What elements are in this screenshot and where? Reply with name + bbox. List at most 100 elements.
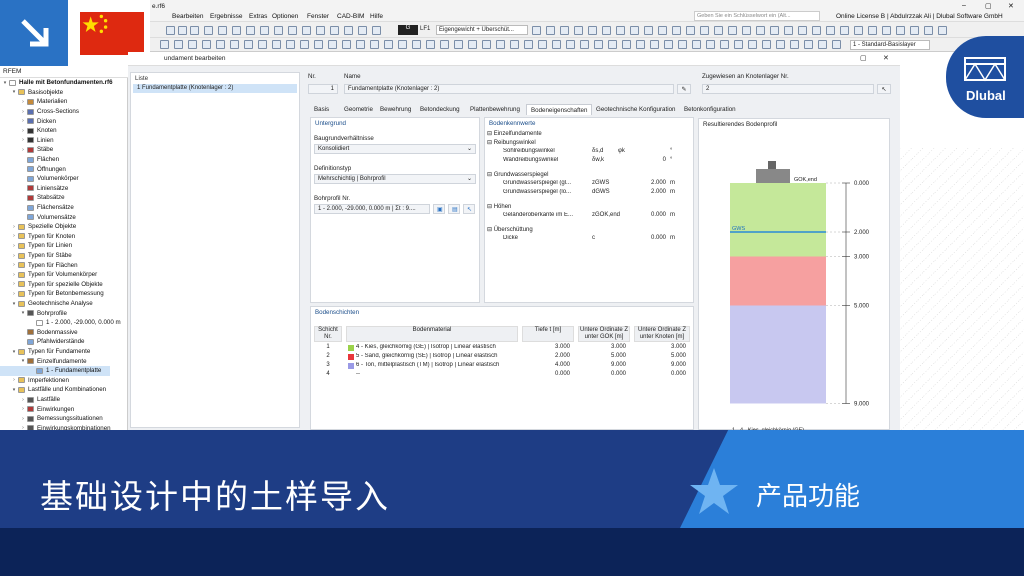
tree-item[interactable]: 1 - 2.000, -29.000, 0.000 m: [0, 318, 121, 328]
list-item[interactable]: 1 Fundamentplatte (Knotenlager : 2): [133, 84, 297, 93]
toolbar-icon[interactable]: [812, 26, 821, 35]
tab-6[interactable]: Geotechnische Konfiguration: [592, 104, 679, 115]
toolbar-icon[interactable]: [832, 40, 841, 49]
tree-item[interactable]: › Dicken: [0, 116, 56, 126]
toolbar-icon[interactable]: [552, 40, 561, 49]
table-row-value[interactable]: 9.000: [578, 362, 626, 368]
toolbar-icon[interactable]: [784, 26, 793, 35]
toolbar-icon[interactable]: [566, 40, 575, 49]
toolbar-icon[interactable]: [776, 40, 785, 49]
collapse-icon[interactable]: ⊟: [487, 140, 494, 146]
property-group[interactable]: ⊟ Höhen: [487, 203, 511, 210]
toolbar-icon[interactable]: [924, 26, 933, 35]
toolbar-icon[interactable]: [286, 40, 295, 49]
toolbar-icon[interactable]: [244, 40, 253, 49]
expand-icon[interactable]: ›: [11, 224, 17, 230]
property-group[interactable]: ⊟ Überschüttung: [487, 226, 533, 233]
toolbar-icon[interactable]: [854, 26, 863, 35]
tree-item[interactable]: Öffnungen: [0, 164, 66, 174]
toolbar-icon[interactable]: [580, 40, 589, 49]
toolbar-icon[interactable]: [202, 40, 211, 49]
toolbar-icon[interactable]: [868, 26, 877, 35]
toolbar-icon[interactable]: [560, 26, 569, 35]
expand-icon[interactable]: ›: [20, 118, 26, 124]
table-row-value[interactable]: 5.000: [634, 353, 686, 359]
tree-item[interactable]: ▾ Halle mit Betonfundamenten.rf6: [0, 78, 113, 88]
toolbar-icon[interactable]: [454, 40, 463, 49]
toolbar-icon[interactable]: [538, 40, 547, 49]
toolbar-icon[interactable]: [910, 26, 919, 35]
table-row-value[interactable]: 2.000: [522, 353, 570, 359]
toolbar-icon[interactable]: [700, 26, 709, 35]
load-case-select[interactable]: Eigengewicht + Überschüt...: [436, 25, 528, 35]
edit-icon[interactable]: ▤: [448, 204, 460, 214]
toolbar-icon[interactable]: [664, 40, 673, 49]
toolbar-icon[interactable]: [798, 26, 807, 35]
table-row-value[interactable]: 0.000: [522, 371, 570, 377]
toolbar-icon[interactable]: [546, 26, 555, 35]
menu-extras[interactable]: Extras: [249, 13, 267, 20]
expand-icon[interactable]: ▾: [11, 387, 17, 393]
toolbar-icon[interactable]: [762, 40, 771, 49]
toolbar-icon[interactable]: [412, 40, 421, 49]
tree-item[interactable]: Volumensätze: [0, 212, 76, 222]
layer-select[interactable]: 1 - Standard-Basislayer: [850, 40, 930, 50]
toolbar-icon[interactable]: [166, 26, 175, 35]
tree-item[interactable]: › Bemessungssituationen: [0, 414, 103, 424]
toolbar-icon[interactable]: [728, 26, 737, 35]
toolbar-icon[interactable]: [314, 40, 323, 49]
table-row-value[interactable]: 0.000: [578, 371, 626, 377]
toolbar-icon[interactable]: [440, 40, 449, 49]
toolbar-icon[interactable]: [426, 40, 435, 49]
toolbar-icon[interactable]: [188, 40, 197, 49]
toolbar-icon[interactable]: [328, 40, 337, 49]
property-value[interactable]: 0.000: [618, 235, 666, 241]
tree-item[interactable]: ▾ Basisobjekte: [0, 88, 63, 98]
search-input[interactable]: Geben Sie ein Schlüsselwort ein (Alt...: [694, 11, 820, 21]
tree-item[interactable]: ▾ Einzelfundamente: [0, 356, 87, 366]
toolbar-icon[interactable]: [232, 26, 241, 35]
expand-icon[interactable]: ›: [11, 262, 17, 268]
expand-icon[interactable]: ›: [20, 406, 26, 412]
toolbar-icon[interactable]: [160, 40, 169, 49]
menu-optionen[interactable]: Optionen: [272, 13, 298, 20]
toolbar-icon[interactable]: [190, 26, 199, 35]
toolbar-icon[interactable]: [258, 40, 267, 49]
select-node-icon[interactable]: ↖: [877, 84, 891, 94]
property-value[interactable]: 2.000: [618, 180, 666, 186]
toolbar-icon[interactable]: [246, 26, 255, 35]
assign-field[interactable]: 2: [702, 84, 874, 94]
expand-icon[interactable]: ▾: [2, 80, 8, 86]
table-row-material[interactable]: 6 - Ton, mittelplastisch (TM) | Isotrop …: [356, 362, 516, 368]
tree-item[interactable]: › Knoten: [0, 126, 56, 136]
toolbar-icon[interactable]: [938, 26, 947, 35]
menu-cad-bim[interactable]: CAD-BIM: [337, 13, 364, 20]
def-select[interactable]: Mehrschichtig | Bohrprofil ⌄: [314, 174, 476, 184]
toolbar-icon[interactable]: [896, 26, 905, 35]
toolbar-icon[interactable]: [272, 40, 281, 49]
toolbar-icon[interactable]: [496, 40, 505, 49]
tree-item[interactable]: Flächensätze: [0, 203, 74, 213]
expand-icon[interactable]: ▾: [11, 349, 17, 355]
tree-item[interactable]: › Cross-Sections: [0, 107, 79, 117]
toolbar-icon[interactable]: [216, 40, 225, 49]
table-row-value[interactable]: 5.000: [578, 353, 626, 359]
toolbar-icon[interactable]: [260, 26, 269, 35]
expand-icon[interactable]: ▾: [20, 358, 26, 364]
toolbar-icon[interactable]: [720, 40, 729, 49]
expand-icon[interactable]: ▾: [11, 89, 17, 95]
expand-icon[interactable]: ›: [11, 291, 17, 297]
collapse-icon[interactable]: ⊟: [487, 227, 494, 233]
tree-item[interactable]: Flächen: [0, 155, 59, 165]
expand-icon[interactable]: ›: [11, 272, 17, 278]
toolbar-icon[interactable]: [672, 26, 681, 35]
toolbar-icon[interactable]: [616, 26, 625, 35]
toolbar-icon[interactable]: [636, 40, 645, 49]
tree-item[interactable]: › Spezielle Objekte: [0, 222, 76, 232]
tree-item[interactable]: › Lastfälle: [0, 395, 60, 405]
expand-icon[interactable]: ›: [11, 281, 17, 287]
expand-icon[interactable]: ›: [20, 147, 26, 153]
expand-icon[interactable]: ›: [20, 397, 26, 403]
property-value[interactable]: 0.000: [618, 212, 666, 218]
menu-fenster[interactable]: Fenster: [307, 13, 329, 20]
